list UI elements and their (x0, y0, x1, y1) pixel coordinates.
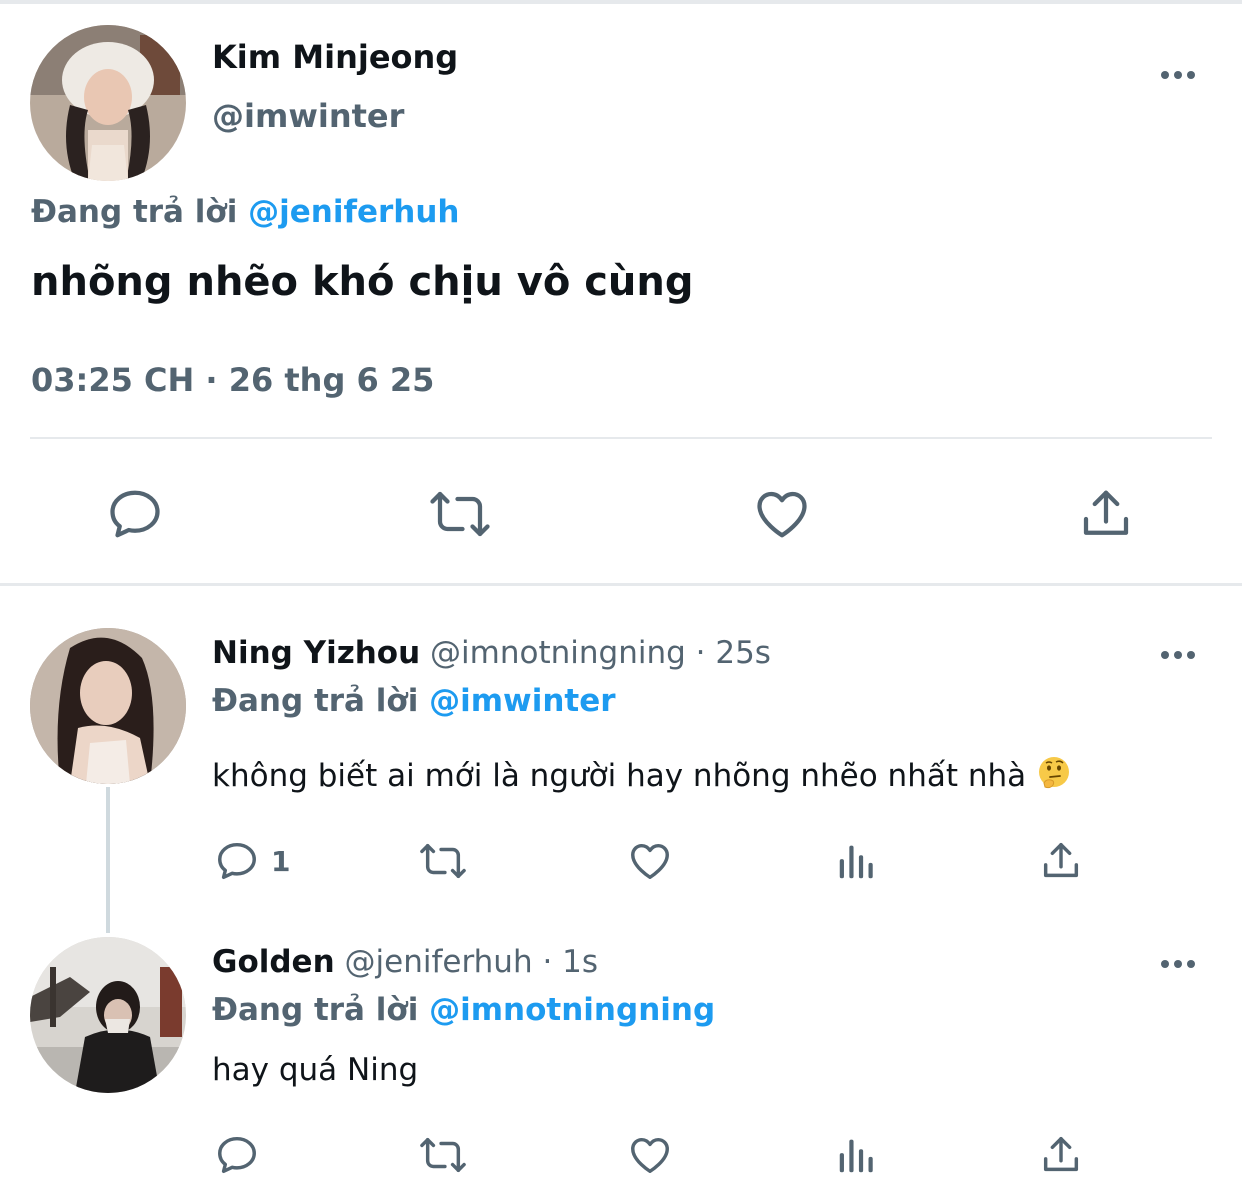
divider (30, 437, 1212, 439)
like-icon[interactable] (626, 1132, 674, 1178)
reply-icon[interactable] (105, 484, 165, 544)
replying-to-label: Đang trả lời (31, 194, 238, 230)
replying-to: Đang trả lời @jeniferhuh (31, 194, 459, 230)
avatar[interactable] (30, 628, 186, 784)
avatar[interactable] (30, 937, 186, 1093)
author-name[interactable]: Ning Yizhou (212, 635, 420, 671)
reply-text: hay quá Ning (212, 1052, 419, 1088)
reply-icon[interactable] (214, 1132, 260, 1178)
thread-connector (106, 787, 110, 933)
top-divider (0, 0, 1242, 4)
replying-to: Đang trả lời @imwinter (212, 683, 616, 719)
tweet-timestamp[interactable]: 03:25 CH · 26 thg 6 25 (31, 361, 434, 399)
post-time[interactable]: · 25s (696, 635, 771, 671)
replying-to-label: Đang trả lời (212, 992, 419, 1028)
retweet-icon[interactable] (416, 838, 470, 884)
reply-text: không biết ai mới là người hay nhõng nhẽ… (212, 755, 1072, 794)
replying-to-mention[interactable]: @imnotningning (429, 992, 715, 1028)
retweet-icon[interactable] (416, 1132, 470, 1178)
like-icon[interactable] (626, 838, 674, 884)
share-icon[interactable] (1038, 838, 1084, 884)
replying-to-label: Đang trả lời (212, 683, 419, 719)
reply-count: 1 (271, 845, 291, 878)
author-handle[interactable]: @imwinter (212, 97, 404, 135)
replying-to: Đang trả lời @imnotningning (212, 992, 715, 1028)
views-icon[interactable] (834, 1132, 880, 1178)
avatar-photo (30, 25, 186, 181)
avatar-photo (30, 937, 186, 1093)
author-name[interactable]: Kim Minjeong (212, 38, 458, 76)
share-icon[interactable] (1038, 1132, 1084, 1178)
tweet-text: nhõng nhẽo khó chịu vô cùng (31, 259, 694, 305)
author-handle[interactable]: @jeniferhuh (345, 944, 533, 980)
views-icon[interactable] (834, 838, 880, 884)
reply-text-content: không biết ai mới là người hay nhõng nhẽ… (212, 758, 1027, 794)
reply-header: Golden @jeniferhuh · 1s (212, 944, 598, 980)
reply-header: Ning Yizhou @imnotningning · 25s (212, 635, 771, 671)
more-options-icon[interactable] (1161, 651, 1195, 659)
section-divider (0, 583, 1242, 586)
more-options-icon[interactable] (1161, 960, 1195, 968)
replying-to-mention[interactable]: @jeniferhuh (248, 194, 459, 230)
avatar[interactable] (30, 25, 186, 181)
author-name[interactable]: Golden (212, 944, 335, 980)
post-time[interactable]: · 1s (542, 944, 598, 980)
thinking-face-icon (1039, 757, 1070, 789)
retweet-icon[interactable] (427, 484, 493, 544)
avatar-photo (30, 628, 186, 784)
like-icon[interactable] (752, 484, 812, 544)
more-options-icon[interactable] (1161, 71, 1195, 79)
reply-icon[interactable] (214, 838, 260, 884)
share-icon[interactable] (1076, 484, 1136, 544)
replying-to-mention[interactable]: @imwinter (429, 683, 615, 719)
author-handle[interactable]: @imnotningning (430, 635, 686, 671)
